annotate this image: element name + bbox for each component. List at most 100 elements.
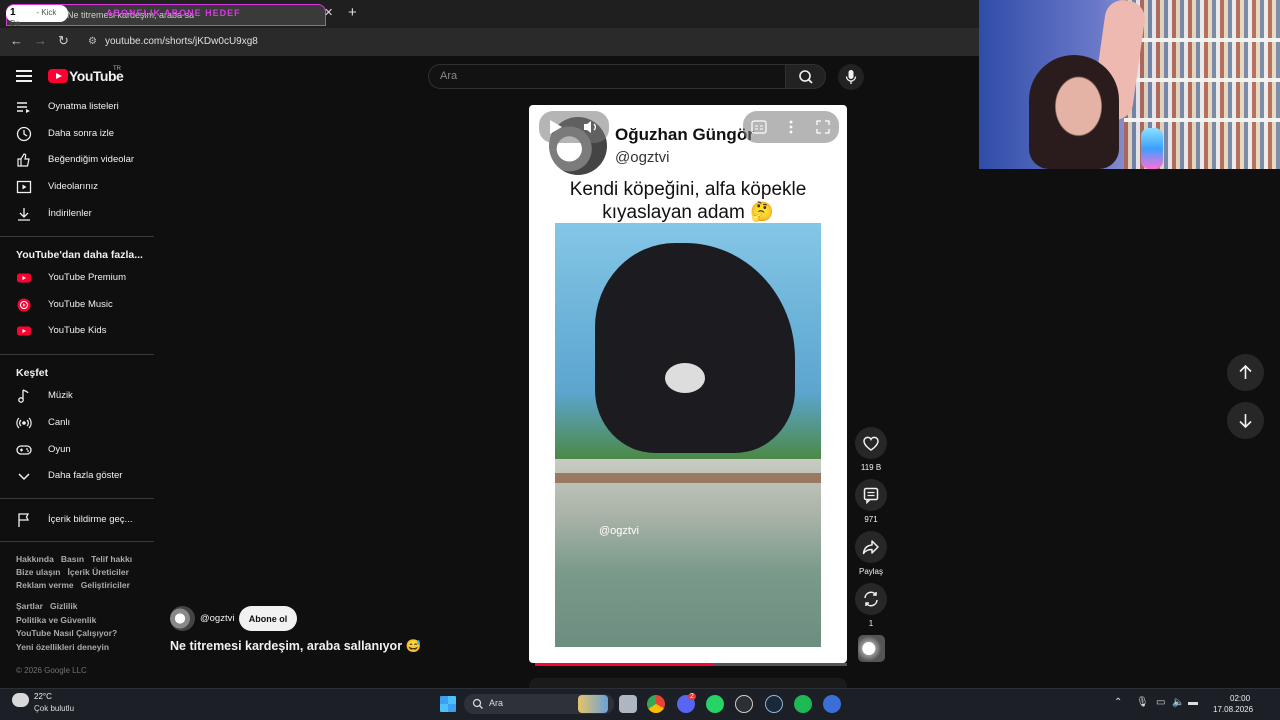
sidebar-divider (0, 498, 154, 499)
voice-search-button[interactable] (838, 64, 864, 90)
footer-link-how-youtube-works[interactable]: YouTube Nasıl Çalışıyor? (16, 628, 117, 638)
windows-start-icon[interactable] (440, 696, 456, 712)
sidebar-item-label: İçerik bildirme geç... (48, 514, 133, 525)
obs-icon[interactable] (735, 695, 753, 713)
comments-button[interactable] (855, 479, 887, 511)
clock-date[interactable]: 17.08.2026 (1213, 705, 1253, 714)
fullscreen-button[interactable] (815, 119, 831, 135)
forward-arrow-icon[interactable]: → (34, 33, 47, 48)
sidebar-item-live[interactable]: Canlı (0, 410, 150, 436)
footer-link-press[interactable]: Basın (61, 554, 84, 564)
captions-button[interactable] (751, 120, 767, 134)
live-icon (16, 417, 32, 429)
url-field[interactable]: youtube.com/shorts/jKDw0cU9xg8 (80, 31, 980, 53)
site-info-icon[interactable]: ⚙ (88, 36, 97, 47)
tray-microphone-icon[interactable]: 🎙 (1136, 697, 1149, 708)
footer-link-about[interactable]: Hakkında (16, 554, 54, 564)
taskbar-search-text: Ara (489, 698, 504, 708)
comment-icon (863, 487, 879, 505)
footer-link-copyright[interactable]: Telif hakkı (91, 554, 132, 564)
tray-volume-icon[interactable]: 🔈 (1172, 697, 1184, 708)
sidebar-item-show-more[interactable]: Daha fazla göster (0, 463, 150, 489)
footer-links-row: Reklam verme Geliştiriciler (16, 580, 130, 590)
settings-app-icon[interactable] (823, 695, 841, 713)
search-button[interactable] (786, 64, 826, 89)
sidebar-item-report-history[interactable]: İçerik bildirme geç... (0, 507, 150, 533)
taskbar-search-icon (472, 698, 483, 709)
footer-link-creators[interactable]: İçerik Üreticiler (68, 567, 129, 577)
share-label: Paylaş (858, 567, 883, 576)
sidebar-item-playlists[interactable]: Oynatma listeleri (0, 94, 150, 120)
more-options-button[interactable] (785, 119, 797, 135)
channel-handle[interactable]: @ogztvi (200, 613, 234, 624)
video-progress-bar[interactable] (535, 663, 847, 666)
next-short-button[interactable] (1227, 402, 1264, 439)
sidebar-item-label: Videolarınız (48, 181, 98, 192)
remix-button[interactable] (855, 583, 887, 615)
previous-short-button[interactable] (1227, 354, 1264, 391)
footer-link-advertise[interactable]: Reklam verme (16, 580, 74, 590)
sidebar-item-downloads[interactable]: İndirilenler (0, 201, 150, 227)
footer-link-privacy[interactable]: Gizlilik (50, 601, 77, 611)
play-button[interactable] (549, 119, 563, 135)
subscribe-button[interactable]: Abone ol (239, 606, 297, 631)
like-button[interactable] (855, 427, 887, 459)
mute-button[interactable] (583, 119, 599, 135)
channel-avatar[interactable] (170, 606, 195, 631)
video-icon (16, 180, 32, 194)
clock-icon (16, 126, 32, 142)
tray-battery-icon[interactable]: ▬ (1188, 697, 1198, 708)
streamer-face (1029, 55, 1119, 169)
footer-link-new-features[interactable]: Yeni özellikleri deneyin (16, 642, 109, 652)
chrome-icon[interactable] (647, 695, 665, 713)
tweet-author-handle: @ogztvi (615, 149, 670, 166)
search-input[interactable]: Ara (428, 64, 786, 89)
shorts-video-player[interactable]: Oğuzhan Güngör @ogztvi Kendi köpeğini, a… (529, 105, 847, 663)
search-highlight-icon[interactable] (578, 695, 608, 713)
weather-cloud-icon[interactable] (12, 693, 29, 707)
share-button[interactable] (855, 531, 887, 563)
remix-icon (864, 591, 878, 607)
sidebar-item-label: YouTube Music (48, 299, 113, 310)
sidebar-item-label: İndirilenler (48, 208, 92, 219)
sidebar-item-gaming[interactable]: Oyun (0, 437, 150, 463)
like-count: 119 B (860, 463, 882, 472)
sidebar-item-youtube-music[interactable]: YouTube Music (0, 292, 150, 318)
weather-description[interactable]: Çok bulutlu (34, 704, 74, 713)
dog-image (595, 243, 795, 453)
new-tab-button[interactable]: + (348, 4, 357, 21)
weather-temperature[interactable]: 22°C (34, 692, 52, 701)
tray-chevron-up-icon[interactable]: ⌃ (1114, 697, 1122, 708)
youtube-logo-icon[interactable] (48, 69, 68, 83)
reload-icon[interactable]: ↻ (58, 33, 69, 49)
gamepad-icon (16, 445, 32, 455)
sidebar-item-your-videos[interactable]: Videolarınız (0, 174, 150, 200)
footer-link-terms[interactable]: Şartlar (16, 601, 43, 611)
sidebar-item-youtube-premium[interactable]: YouTube Premium (0, 265, 150, 291)
back-arrow-icon[interactable]: ← (10, 33, 23, 48)
whatsapp-icon[interactable] (706, 695, 724, 713)
task-view-icon[interactable] (619, 695, 637, 713)
tray-network-icon[interactable]: ▭ (1156, 697, 1165, 708)
sidebar-item-liked-videos[interactable]: Beğendiğim videolar (0, 147, 150, 173)
audio-source-thumbnail[interactable] (858, 635, 885, 662)
sidebar-item-label: Müzik (48, 390, 73, 401)
tab-counter-text: 1 (10, 7, 16, 18)
sidebar-item-watch-later[interactable]: Daha sonra izle (0, 121, 150, 147)
share-icon (862, 540, 879, 555)
tab-close-icon[interactable]: ✕ (324, 6, 333, 19)
sidebar-item-music[interactable]: Müzik (0, 383, 150, 409)
footer-link-policy[interactable]: Politika ve Güvenlik (16, 615, 96, 625)
spotify-icon[interactable] (794, 695, 812, 713)
clock-time[interactable]: 02:00 (1230, 694, 1250, 703)
playlist-icon (17, 102, 30, 113)
download-icon (18, 208, 30, 221)
sidebar-divider (0, 354, 154, 355)
sidebar-item-youtube-kids[interactable]: YouTube Kids (0, 318, 150, 344)
sidebar-item-label: Oynatma listeleri (48, 101, 119, 112)
footer-link-contact[interactable]: Bize ulaşın (16, 567, 60, 577)
footer-link-developers[interactable]: Geliştiriciler (81, 580, 130, 590)
steam-icon[interactable] (765, 695, 783, 713)
hamburger-menu-icon[interactable] (16, 70, 32, 82)
arrow-down-icon (1239, 414, 1252, 429)
